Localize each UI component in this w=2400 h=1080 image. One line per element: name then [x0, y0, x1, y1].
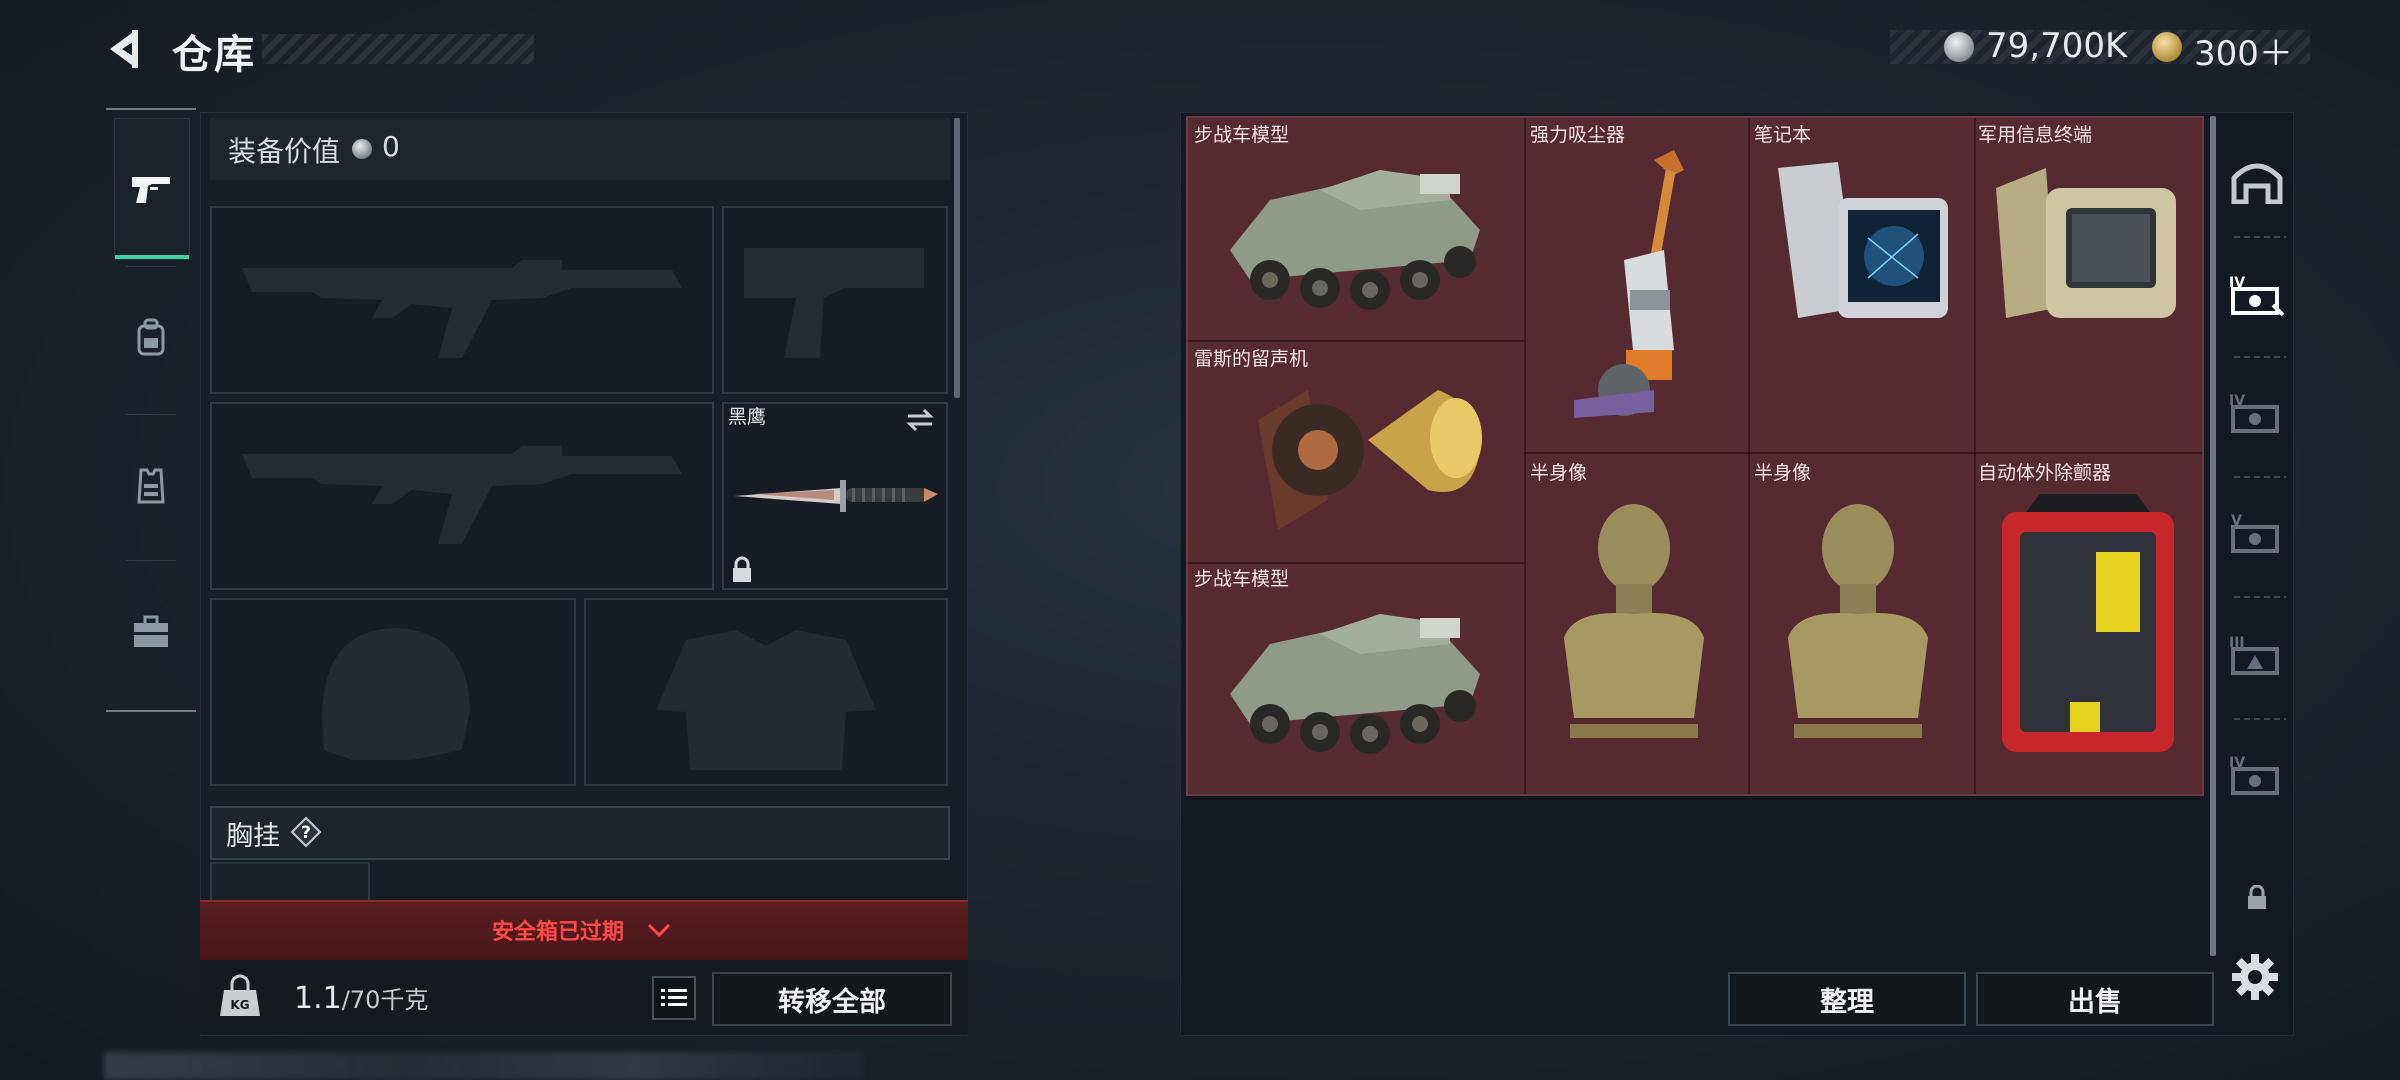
tab-separator [2234, 236, 2286, 238]
money-amount[interactable]: 79,700K [1986, 26, 2127, 66]
aed-icon [2002, 494, 2174, 752]
container-case-icon: V [2231, 513, 2279, 553]
tabs-divider [106, 108, 196, 110]
bust-statue-icon [1788, 504, 1928, 738]
title-decoration [262, 34, 534, 64]
container-case-icon: III [2229, 635, 2279, 675]
toolbox-icon [134, 615, 168, 647]
weight-icon: KG [220, 974, 260, 1016]
vacuum-cleaner-icon [1574, 150, 1684, 418]
weight-max: /70千克 [341, 986, 429, 1014]
sell-button[interactable]: 出售 [1976, 972, 2214, 1026]
backpack-icon [137, 318, 165, 356]
rifle-silhouette-icon [242, 446, 682, 544]
storage-item[interactable]: 半身像 [1524, 452, 1744, 782]
equipment-value-amount: 0 [382, 130, 400, 163]
item-label: 军用信息终端 [1978, 124, 2093, 146]
blurred-footer [104, 1052, 864, 1080]
tab-locked [2224, 862, 2290, 934]
lock-icon [2248, 885, 2266, 909]
swap-icon[interactable] [904, 404, 936, 436]
laptop-icon [1778, 162, 1948, 318]
svg-text:?: ? [301, 823, 311, 843]
tab-vest[interactable] [114, 416, 188, 556]
storage-scrollbar[interactable] [2210, 116, 2216, 956]
help-icon[interactable]: ? [290, 816, 322, 848]
storage-item[interactable]: 笔记本 [1748, 118, 1970, 334]
chest-rig-label: 胸挂 [226, 821, 280, 852]
container-case-icon: IV [2229, 393, 2279, 433]
safe-box-status: 安全箱已过期 [492, 920, 625, 945]
armor-silhouette-icon [656, 630, 876, 770]
ifv-model-icon [1230, 170, 1480, 310]
list-icon [661, 989, 687, 1006]
page-title: 仓库 [172, 32, 256, 78]
chevron-down-icon[interactable] [646, 917, 672, 943]
gold-amount[interactable]: 300＋ [2194, 26, 2293, 75]
storage-item[interactable]: 自动体外除颤器 [1972, 452, 2198, 782]
tab-container-iv-2[interactable]: IV [2224, 740, 2290, 812]
carry-weight: 1.1/70千克 [294, 980, 428, 1016]
tab-separator [126, 266, 176, 267]
svg-text:KG: KG [230, 998, 249, 1012]
storage-item[interactable]: 步战车模型 [1188, 562, 1522, 782]
silver-coin-icon [1944, 32, 1974, 62]
storage-item[interactable]: 半身像 [1748, 452, 1970, 782]
item-label: 雷斯的留声机 [1194, 348, 1309, 370]
tab-container-iv-active[interactable]: IV [2224, 260, 2290, 332]
bust-statue-icon [1564, 504, 1704, 738]
tab-storage-all[interactable] [2224, 144, 2290, 216]
gramophone-icon [1258, 390, 1482, 530]
transfer-all-button[interactable]: 转移全部 [712, 972, 952, 1026]
storage-item[interactable]: 步战车模型 [1188, 118, 1522, 338]
helmet-silhouette-icon [322, 628, 470, 760]
military-terminal-icon [1996, 168, 2176, 318]
list-view-button[interactable] [652, 976, 696, 1020]
storage-item[interactable]: 雷斯的留声机 [1188, 340, 1522, 560]
ifv-model-icon [1230, 614, 1480, 754]
equipment-value-label: 装备价值 [228, 135, 341, 168]
gear-icon[interactable] [2228, 950, 2282, 1004]
tab-separator [2234, 596, 2286, 598]
tab-backpack[interactable] [114, 268, 188, 408]
tab-tools[interactable] [114, 562, 188, 702]
melee-name: 黑鹰 [728, 406, 767, 428]
warehouse-icon [2231, 163, 2283, 204]
chest-rig-slot[interactable] [210, 862, 370, 904]
storage-item[interactable]: 强力吸尘器 [1524, 118, 1744, 450]
tab-separator [2234, 476, 2286, 478]
item-label: 自动体外除颤器 [1978, 462, 2112, 484]
vest-icon [137, 468, 165, 504]
equipment-scrollbar[interactable] [954, 118, 960, 398]
tab-container-v[interactable]: V [2224, 498, 2290, 570]
tabs-divider [106, 710, 196, 712]
body-armor-slot[interactable] [584, 598, 948, 786]
weight-current: 1.1 [294, 981, 342, 1016]
tab-separator [126, 414, 176, 415]
gold-coin-icon [2152, 32, 2182, 62]
back-arrow-icon[interactable] [100, 24, 150, 74]
container-case-icon: IV [2229, 755, 2279, 795]
container-case-icon: IV [2229, 275, 2285, 317]
silver-coin-icon [352, 139, 372, 159]
tab-separator [2234, 356, 2286, 358]
item-label: 笔记本 [1754, 124, 1812, 146]
storage-item[interactable]: 军用信息终端 [1972, 118, 2198, 334]
pistol-silhouette-icon [744, 248, 924, 358]
tab-separator [126, 560, 176, 561]
tab-container-iii[interactable]: III [2224, 620, 2290, 692]
item-label: 半身像 [1530, 462, 1588, 484]
pistol-icon [132, 177, 170, 203]
primary-weapon-slot[interactable] [210, 206, 714, 394]
rifle-silhouette-icon [242, 260, 682, 358]
tab-container-iv[interactable]: IV [2224, 378, 2290, 450]
lock-icon [733, 556, 751, 582]
pistol-slot[interactable] [722, 206, 948, 394]
helmet-slot[interactable] [210, 598, 576, 786]
secondary-weapon-slot[interactable] [210, 402, 714, 590]
tab-weapons[interactable] [114, 118, 190, 260]
tab-separator [2234, 718, 2286, 720]
sort-button[interactable]: 整理 [1728, 972, 1966, 1026]
item-label: 半身像 [1754, 462, 1812, 484]
